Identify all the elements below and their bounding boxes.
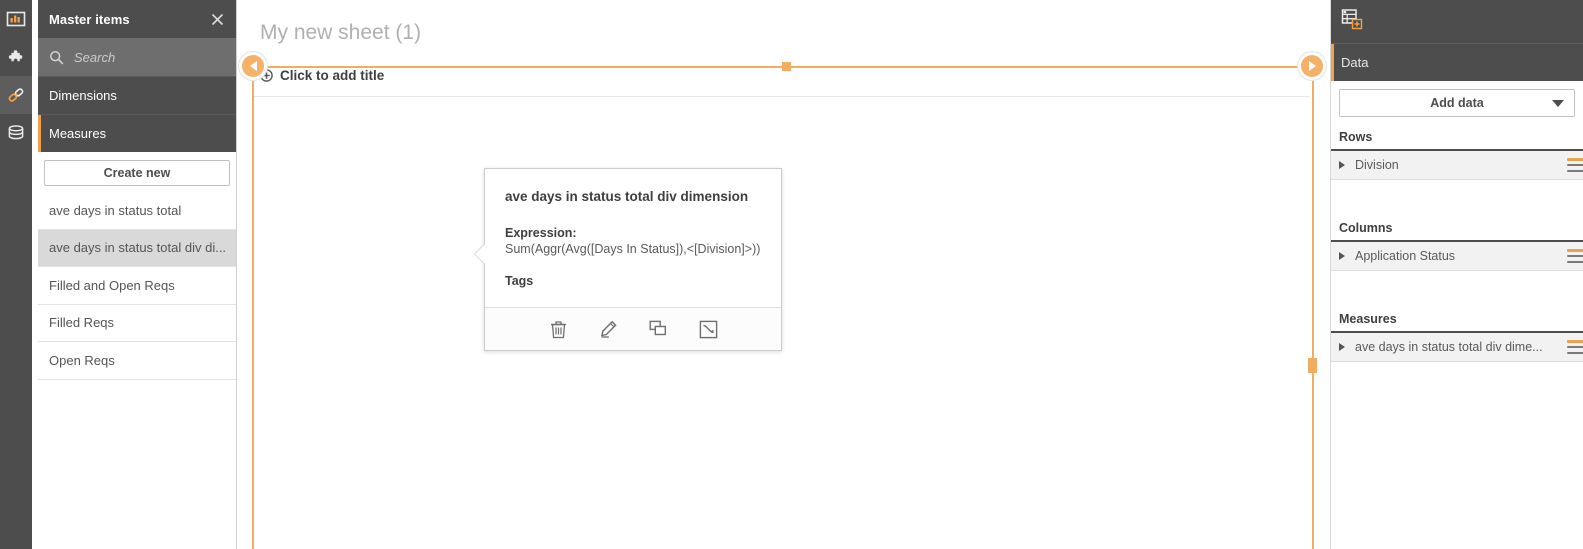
rows-spacer	[1331, 180, 1583, 210]
chevron-right-icon	[1308, 61, 1316, 71]
create-new-container: Create new	[38, 152, 236, 192]
delete-icon[interactable]	[545, 316, 571, 342]
sheet-canvas: My new sheet (1) Click to add title ave …	[238, 0, 1328, 549]
sheet-grid-right-line	[1312, 66, 1314, 549]
expand-arrow-icon[interactable]	[1339, 161, 1345, 169]
measures-item-ave-days[interactable]: ave days in status total div dime...	[1331, 331, 1583, 362]
section-title-columns: Columns	[1339, 221, 1393, 235]
measure-details-popover: ave days in status total div dimension E…	[475, 168, 782, 351]
search-bar[interactable]	[38, 38, 252, 76]
columns-item-label: Application Status	[1355, 249, 1456, 263]
expand-arrow-icon[interactable]	[1339, 252, 1345, 260]
columns-spacer	[1331, 271, 1583, 301]
measure-label: Filled and Open Reqs	[49, 277, 175, 293]
list-item[interactable]: Open Reqs	[38, 342, 236, 380]
popover-title: ave days in status total div dimension	[505, 189, 749, 204]
master-items-title: Master items	[49, 11, 130, 27]
popover-body: ave days in status total div dimension E…	[485, 169, 781, 307]
popover-actions	[485, 307, 781, 350]
expression-label: Expression:	[505, 226, 577, 240]
link-icon	[6, 85, 26, 105]
collapse-right-handle[interactable]	[1301, 55, 1323, 77]
rail-item-master-items[interactable]	[0, 76, 32, 114]
search-input[interactable]	[74, 49, 252, 65]
list-item[interactable]: ave days in status total	[38, 192, 236, 230]
section-title-rows: Rows	[1339, 130, 1373, 144]
tab-data[interactable]: Data	[1331, 43, 1583, 81]
popover-arrow	[475, 244, 485, 264]
collapse-left-handle[interactable]	[242, 55, 264, 77]
page-title: My new sheet (1)	[260, 21, 422, 44]
tags-label: Tags	[505, 274, 534, 288]
add-data-label: Add data	[1430, 96, 1484, 110]
chevron-left-icon	[249, 61, 257, 71]
rail-item-charts[interactable]	[0, 0, 32, 38]
sheet-grid-top-handle[interactable]	[782, 62, 791, 71]
properties-panel: Data Add data Rows Division Columns Appl…	[1330, 0, 1583, 549]
list-item[interactable]: Filled and Open Reqs	[38, 267, 236, 305]
measures-item-label: ave days in status total div dime...	[1355, 340, 1543, 354]
properties-toolbar	[1331, 0, 1583, 43]
add-title-button[interactable]: Click to add title	[260, 68, 384, 83]
expand-arrow-icon[interactable]	[1339, 343, 1345, 351]
master-items-panel: Master items Dimensions Measures Cr	[38, 0, 252, 549]
custom-objects-icon	[6, 47, 26, 67]
database-icon	[6, 123, 26, 143]
tab-measures-label: Measures	[49, 126, 107, 141]
search-icon	[49, 50, 64, 65]
tab-dimensions-label: Dimensions	[49, 88, 117, 103]
measure-label: ave days in status total	[49, 202, 182, 218]
add-pivot-table-icon[interactable]	[1341, 8, 1363, 35]
list-item-selected[interactable]: ave days in status total div di...	[38, 229, 236, 267]
tab-measures[interactable]: Measures	[38, 114, 236, 152]
columns-item-application-status[interactable]: Application Status	[1331, 240, 1583, 271]
measure-label: Filled Reqs	[49, 315, 115, 331]
qlik-sense-sheet-editor: Master items Dimensions Measures Cr	[0, 0, 1583, 549]
tab-dimensions[interactable]: Dimensions	[38, 76, 236, 114]
left-icon-rail	[0, 0, 32, 549]
sheet-grid-right-handle[interactable]	[1308, 358, 1317, 373]
add-title-label: Click to add title	[280, 68, 385, 83]
chevron-down-icon	[1552, 100, 1564, 107]
duplicate-icon[interactable]	[645, 316, 671, 342]
add-data-button[interactable]: Add data	[1339, 89, 1575, 117]
edit-icon[interactable]	[595, 316, 621, 342]
preview-icon[interactable]	[695, 316, 721, 342]
drag-handle-icon[interactable]	[1567, 249, 1583, 263]
measure-label: ave days in status total div di...	[49, 240, 227, 256]
rows-item-label: Division	[1355, 158, 1399, 172]
expression-value: Sum(Aggr(Avg([Days In Status]),<[Divisio…	[505, 242, 761, 256]
charts-icon	[6, 9, 26, 29]
sheet-grid-left-line	[252, 66, 254, 549]
create-new-button[interactable]: Create new	[44, 160, 230, 186]
master-items-header: Master items	[38, 0, 236, 38]
measures-list: ave days in status total ave days in sta…	[38, 192, 236, 380]
drag-handle-icon[interactable]	[1567, 340, 1583, 354]
rail-item-custom-objects[interactable]	[0, 38, 32, 76]
close-icon[interactable]	[206, 8, 228, 30]
tab-data-label: Data	[1341, 55, 1369, 70]
section-title-measures: Measures	[1339, 312, 1397, 326]
list-item[interactable]: Filled Reqs	[38, 305, 236, 342]
rows-item-division[interactable]: Division	[1331, 149, 1583, 180]
sheet-header-divider	[254, 96, 1310, 97]
drag-handle-icon[interactable]	[1567, 158, 1583, 172]
measure-label: Open Reqs	[49, 352, 115, 368]
add-data-container: Add data	[1331, 81, 1583, 119]
rail-item-fields[interactable]	[0, 114, 32, 152]
